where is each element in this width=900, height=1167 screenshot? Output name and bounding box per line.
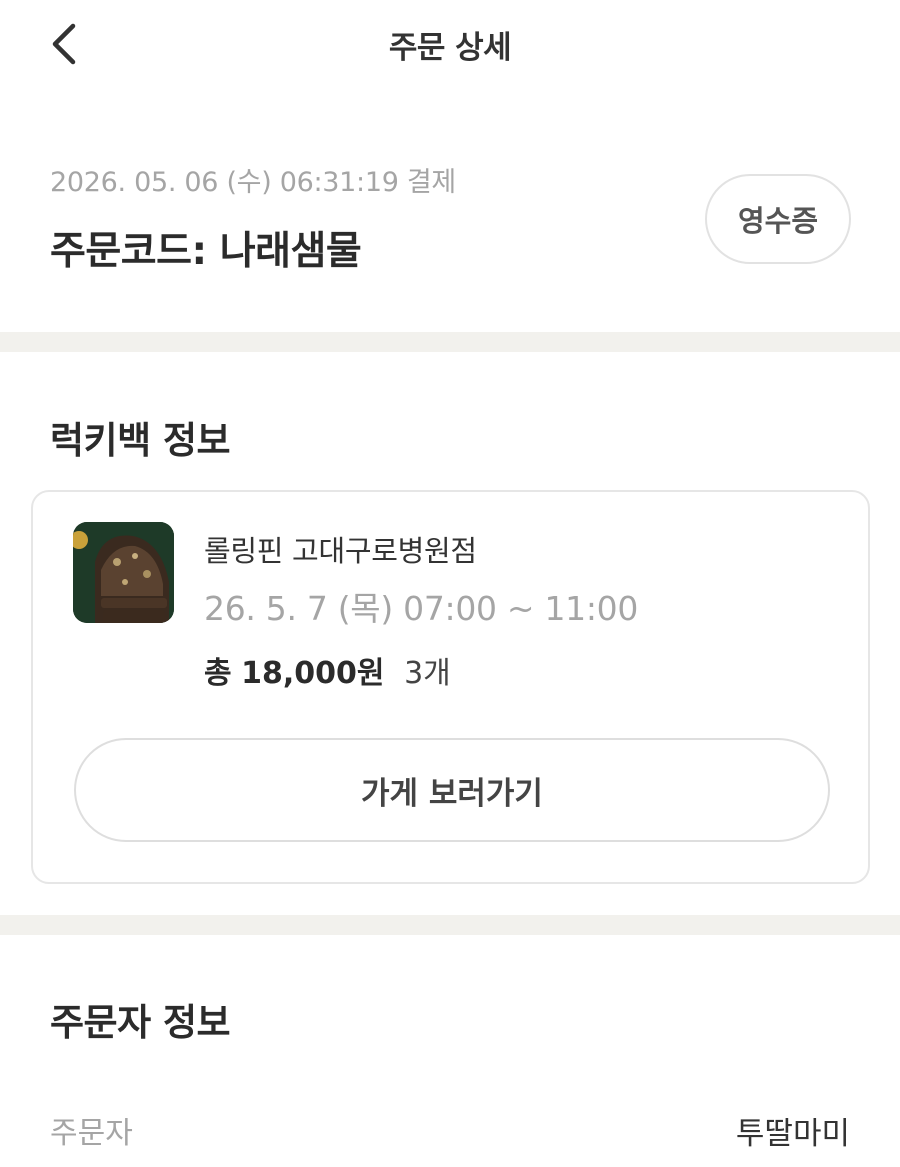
orderer-name: 투딸마미: [735, 1116, 850, 1152]
total-label: 총: [204, 656, 232, 691]
section-divider: [0, 915, 900, 935]
order-code: 주문코드: 나래샘물: [50, 229, 362, 274]
orderer-section-title: 주문자 정보: [50, 1001, 231, 1044]
pickup-time: 26. 5. 7 (목) 07:00 ~ 11:00: [204, 589, 639, 628]
luckybag-section-title: 럭키백 정보: [50, 419, 231, 462]
section-divider: [0, 332, 900, 352]
bread-image: [73, 522, 174, 623]
item-quantity: 3개: [404, 656, 451, 691]
orderer-label: 주문자: [50, 1116, 133, 1151]
page-title: 주문 상세: [388, 30, 512, 66]
top-bar: 주문 상세: [0, 0, 900, 90]
visit-store-button[interactable]: 가게 보러가기: [74, 738, 830, 842]
total-row: 총 18,000원 3개: [204, 648, 451, 692]
store-name: 롤링핀 고대구로병원점: [204, 534, 477, 568]
store-thumbnail[interactable]: [73, 522, 174, 623]
total-amount: 18,000원: [241, 656, 385, 691]
receipt-button[interactable]: 영수증: [705, 174, 851, 264]
payment-datetime: 2026. 05. 06 (수) 06:31:19 결제: [50, 167, 456, 198]
store-card: 롤링핀 고대구로병원점 26. 5. 7 (목) 07:00 ~ 11:00 총…: [31, 490, 870, 884]
